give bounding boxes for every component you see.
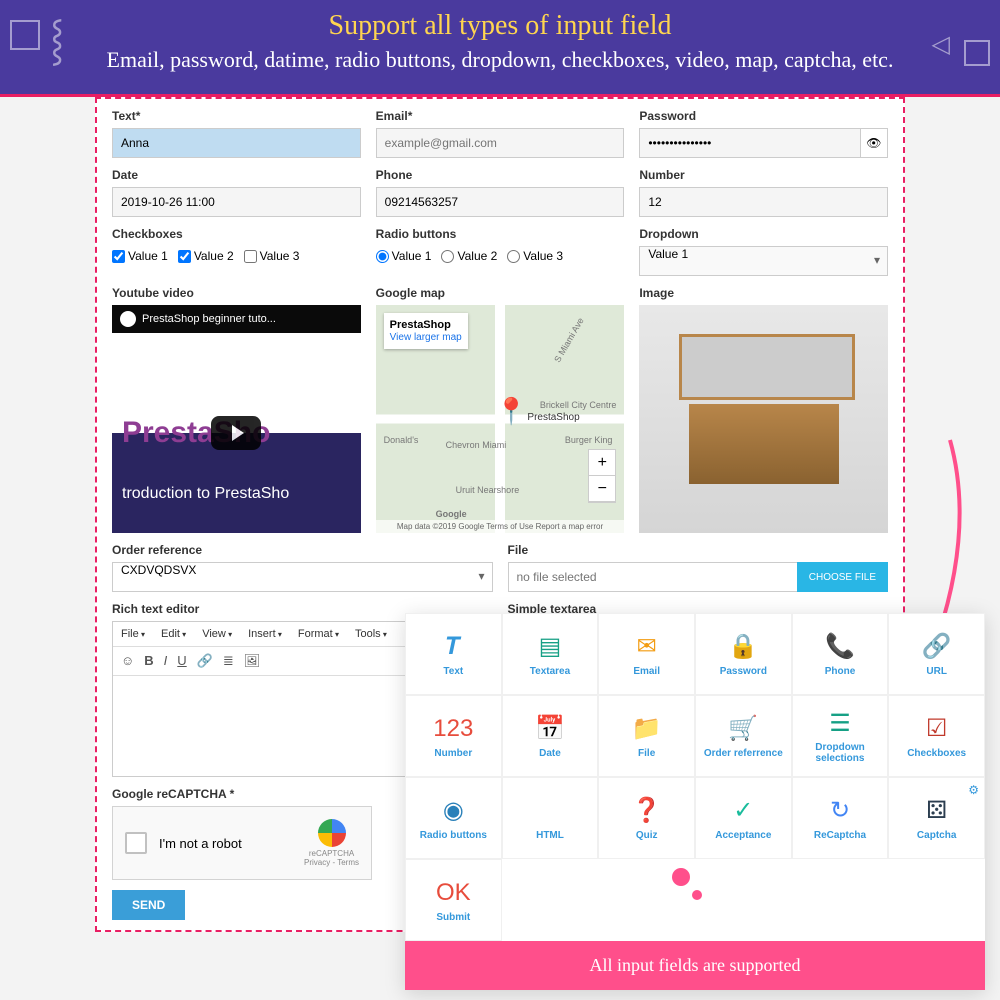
field-type-checkboxes[interactable]: ☑Checkboxes [888, 695, 985, 777]
emoji-icon[interactable]: ☺ [121, 653, 134, 669]
field-type-dropdown-selections[interactable]: ☰Dropdown selections [792, 695, 889, 777]
field-type-recaptcha[interactable]: ↻ReCaptcha [792, 777, 889, 859]
field-type-text[interactable]: 𝑻Text [405, 613, 502, 695]
file-input[interactable] [508, 562, 797, 592]
youtube-label: Youtube video [112, 286, 361, 300]
field-type-acceptance[interactable]: ✓Acceptance [695, 777, 792, 859]
rte-format-menu[interactable]: Format [290, 622, 347, 646]
field-type-textarea[interactable]: ▤Textarea [502, 613, 599, 695]
checkbox-2[interactable]: Value 2 [178, 249, 234, 263]
underline-icon[interactable]: U [177, 653, 186, 669]
map-label: Google map [376, 286, 625, 300]
password-label: Password [639, 109, 888, 123]
banner-subtitle: Email, password, datime, radio buttons, … [0, 47, 1000, 73]
rte-insert-menu[interactable]: Insert [240, 622, 290, 646]
youtube-video[interactable]: PrestaShop beginner tuto... PrestaSho tr… [112, 305, 361, 533]
send-button[interactable]: SEND [112, 890, 185, 920]
map-zoom[interactable]: +− [588, 449, 616, 503]
radio-2[interactable]: Value 2 [441, 249, 497, 263]
toggle-password-icon[interactable]: 👁 [860, 128, 888, 158]
radio-3[interactable]: Value 3 [507, 249, 563, 263]
recaptcha-widget[interactable]: I'm not a robot reCAPTCHAPrivacy - Terms [112, 806, 372, 880]
link-icon[interactable]: 🔗 [197, 653, 213, 669]
view-larger-map-link[interactable]: View larger map [390, 332, 462, 343]
field-type-radio-buttons[interactable]: ◉Radio buttons [405, 777, 502, 859]
field-types-overlay: 𝑻Text▤Textarea✉Email🔒Password📞Phone🔗URL 1… [405, 613, 985, 990]
zoom-out-icon: − [589, 476, 615, 502]
rte-view-menu[interactable]: View [194, 622, 240, 646]
file-label: File [508, 543, 889, 557]
field-type-email[interactable]: ✉Email [598, 613, 695, 695]
recaptcha-checkbox[interactable] [125, 832, 147, 854]
field-type-file[interactable]: 📁File [598, 695, 695, 777]
number-input[interactable] [639, 187, 888, 217]
field-type-number[interactable]: 123Number [405, 695, 502, 777]
rte-edit-menu[interactable]: Edit [153, 622, 194, 646]
recaptcha-icon [318, 819, 346, 847]
play-icon[interactable] [211, 416, 261, 450]
map-info-card: PrestaShopView larger map [384, 313, 468, 349]
text-input[interactable] [112, 128, 361, 158]
field-type-quiz[interactable]: ❓Quiz [598, 777, 695, 859]
phone-label: Phone [376, 168, 625, 182]
date-label: Date [112, 168, 361, 182]
field-type-html[interactable]: HTML [502, 777, 599, 859]
order-label: Order reference [112, 543, 493, 557]
field-type-url[interactable]: 🔗URL [888, 613, 985, 695]
bold-icon[interactable]: B [144, 653, 153, 669]
image-label: Image [639, 286, 888, 300]
number-label: Number [639, 168, 888, 182]
field-type-password[interactable]: 🔒Password [695, 613, 792, 695]
checkbox-3[interactable]: Value 3 [244, 249, 300, 263]
gear-icon[interactable]: ⚙ [968, 783, 979, 797]
checkboxes-label: Checkboxes [112, 227, 361, 241]
choose-file-button[interactable]: CHOOSE FILE [797, 562, 888, 592]
radio-label: Radio buttons [376, 227, 625, 241]
callout-text: All input fields are supported [405, 941, 985, 990]
checkbox-1[interactable]: Value 1 [112, 249, 168, 263]
dropdown-label: Dropdown [639, 227, 888, 241]
text-label: Text* [112, 109, 361, 123]
decoration-dot [672, 868, 690, 886]
dropdown-select[interactable]: Value 1 [639, 246, 888, 276]
banner-title: Support all types of input field [0, 10, 1000, 42]
phone-input[interactable] [376, 187, 625, 217]
field-type-order-referrence[interactable]: 🛒Order referrence [695, 695, 792, 777]
google-map[interactable]: PrestaShopView larger map 📍PrestaShop Do… [376, 305, 625, 533]
italic-icon[interactable]: I [164, 653, 168, 669]
rte-tools-menu[interactable]: Tools [347, 622, 395, 646]
email-input[interactable] [376, 128, 625, 158]
decoration-dot [692, 890, 702, 900]
code-icon[interactable]: ≣ [223, 653, 234, 669]
email-label: Email* [376, 109, 625, 123]
promo-banner: ⸾◁ Support all types of input field Emai… [0, 0, 1000, 97]
rte-file-menu[interactable]: File [113, 622, 153, 646]
order-select[interactable]: CXDVQDSVX [112, 562, 493, 592]
field-type-submit[interactable]: OKSubmit [405, 859, 502, 941]
image-icon[interactable]: 🖼 [244, 653, 261, 669]
field-type-date[interactable]: 📅Date [502, 695, 599, 777]
radio-1[interactable]: Value 1 [376, 249, 432, 263]
zoom-in-icon: + [589, 450, 615, 476]
image-preview [639, 305, 888, 533]
date-input[interactable] [112, 187, 361, 217]
password-input[interactable] [639, 128, 859, 158]
field-type-phone[interactable]: 📞Phone [792, 613, 889, 695]
